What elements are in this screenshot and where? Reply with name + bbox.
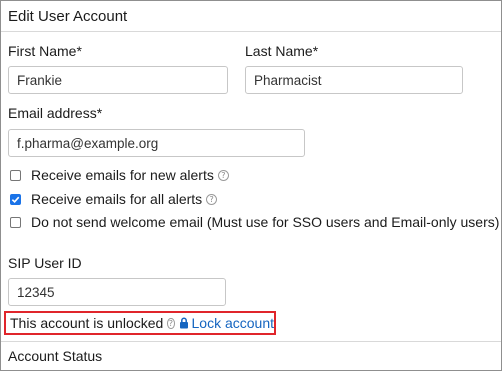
lock-icon [179, 317, 188, 329]
new-alerts-checkbox[interactable] [10, 169, 21, 181]
no-welcome-email-checkbox[interactable] [10, 216, 21, 228]
account-status-heading: Account Status [8, 348, 103, 364]
all-alerts-checkbox[interactable] [10, 193, 21, 205]
help-icon[interactable]: ? [217, 169, 229, 181]
last-name-field[interactable]: Pharmacist [245, 66, 463, 94]
email-field[interactable]: f.pharma@example.org [8, 129, 305, 157]
checkmark-icon [11, 196, 20, 203]
all-alerts-label: Receive emails for all alerts [31, 191, 203, 207]
lock-account-link[interactable]: Lock account [179, 315, 275, 331]
account-lock-status: This account is unlocked ? Lock account [4, 311, 276, 335]
help-icon[interactable]: ? [167, 317, 175, 329]
title-divider [1, 31, 501, 32]
lock-account-label: Lock account [191, 315, 275, 331]
panel-title: Edit User Account [8, 7, 128, 25]
first-name-field[interactable]: Frankie [8, 66, 228, 94]
checkbox-row-no-welcome-email[interactable]: Do not send welcome email (Must use for … [10, 214, 499, 230]
no-welcome-email-label: Do not send welcome email (Must use for … [31, 214, 500, 230]
checkbox-row-new-alerts[interactable]: Receive emails for new alerts ? [10, 167, 229, 183]
checkbox-row-all-alerts[interactable]: Receive emails for all alerts ? [10, 191, 218, 207]
sip-user-id-field[interactable]: 12345 [8, 278, 226, 306]
sip-user-id-label: SIP User ID [8, 255, 82, 271]
new-alerts-label: Receive emails for new alerts [31, 167, 214, 183]
edit-user-account-panel: Edit User Account First Name* Frankie La… [0, 0, 502, 371]
last-name-label: Last Name* [245, 43, 319, 59]
lock-status-text: This account is unlocked [10, 315, 164, 331]
first-name-label: First Name* [8, 43, 82, 59]
email-label: Email address* [8, 105, 103, 121]
help-icon[interactable]: ? [206, 193, 218, 205]
section-divider [1, 341, 501, 342]
